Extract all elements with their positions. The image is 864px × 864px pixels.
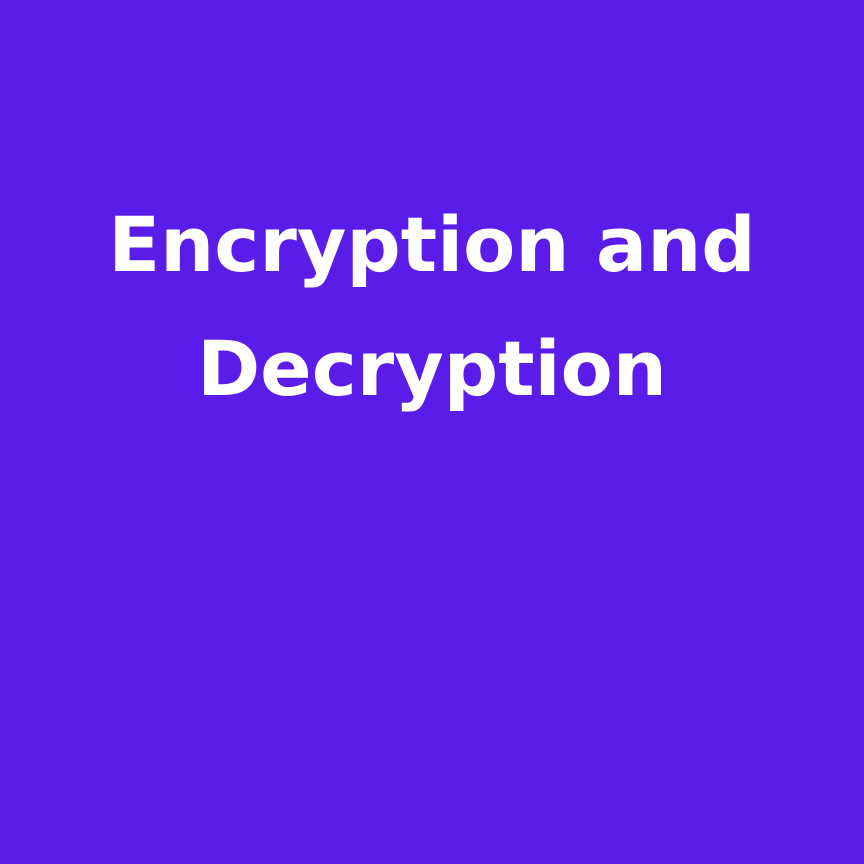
slide-title: Encryption and Decryption (0, 183, 864, 431)
slide-background: Encryption and Decryption (0, 0, 864, 864)
title-line-2: Decryption (197, 324, 667, 413)
title-line-1: Encryption and (108, 200, 756, 289)
